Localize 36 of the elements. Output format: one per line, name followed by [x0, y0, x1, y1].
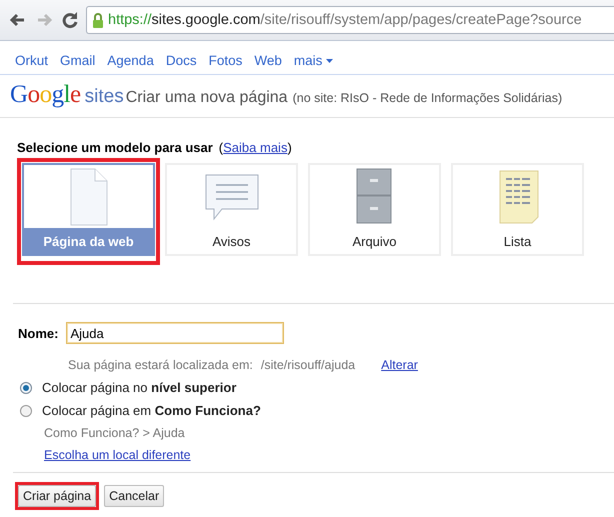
caret-icon	[326, 58, 334, 62]
address-bar[interactable]: https://sites.google.com/site/risouff/system/app/pages/createPage?source	[86, 6, 614, 34]
template-tile[interactable]: Avisos	[165, 163, 298, 256]
parenthesis: (	[218, 140, 224, 155]
change-link[interactable]: Alterar	[381, 358, 418, 372]
nav-link[interactable]: Fotos	[208, 53, 242, 68]
breadcrumb: Como Funciona? > Ajuda	[44, 426, 185, 440]
product-name: sites	[84, 86, 124, 108]
nav-link[interactable]: Web	[254, 53, 282, 68]
template-tile[interactable]: Arquivo	[308, 163, 441, 256]
radio-label: Colocar página no nível superior	[42, 380, 236, 395]
nav-link[interactable]: mais	[294, 53, 334, 68]
location-path: /site/risouff/ajuda	[260, 358, 356, 372]
radio-button[interactable]	[20, 404, 32, 416]
url-text: https://sites.google.com/site/risouff/system/app/pages/createPage?source	[108, 12, 582, 28]
nav-link[interactable]: Orkut	[15, 53, 48, 68]
nav-link[interactable]: Gmail	[60, 53, 96, 68]
create-button[interactable]: Criar página	[18, 485, 96, 507]
radio-label: Colocar página em Como Funciona?	[42, 403, 261, 418]
choose-location-link[interactable]: Escolha um local diferente	[44, 448, 191, 462]
cancel-button[interactable]: Cancelar	[104, 485, 164, 507]
site-name: (no site: RIsO - Rede de Informações Solidárias)	[292, 91, 562, 105]
reload-icon[interactable]	[60, 10, 80, 30]
radio-button[interactable]	[20, 382, 32, 394]
learn-more-link[interactable]: Saiba mais	[223, 140, 288, 155]
template-tile[interactable]: Lista	[451, 163, 584, 256]
name-field[interactable]: Ajuda	[66, 322, 284, 344]
field-label: Nome:	[18, 326, 58, 340]
nav-link[interactable]: Docs	[166, 53, 197, 68]
location-label: Sua página estará localizada em:	[68, 358, 253, 372]
page-title: Criar uma nova página	[126, 89, 288, 107]
section-label: Selecione um modelo para usar	[17, 140, 213, 155]
nav-link[interactable]: Agenda	[107, 53, 154, 68]
google-logo: Google	[10, 81, 81, 109]
parenthesis: )	[287, 140, 292, 155]
lock-icon	[92, 12, 104, 28]
